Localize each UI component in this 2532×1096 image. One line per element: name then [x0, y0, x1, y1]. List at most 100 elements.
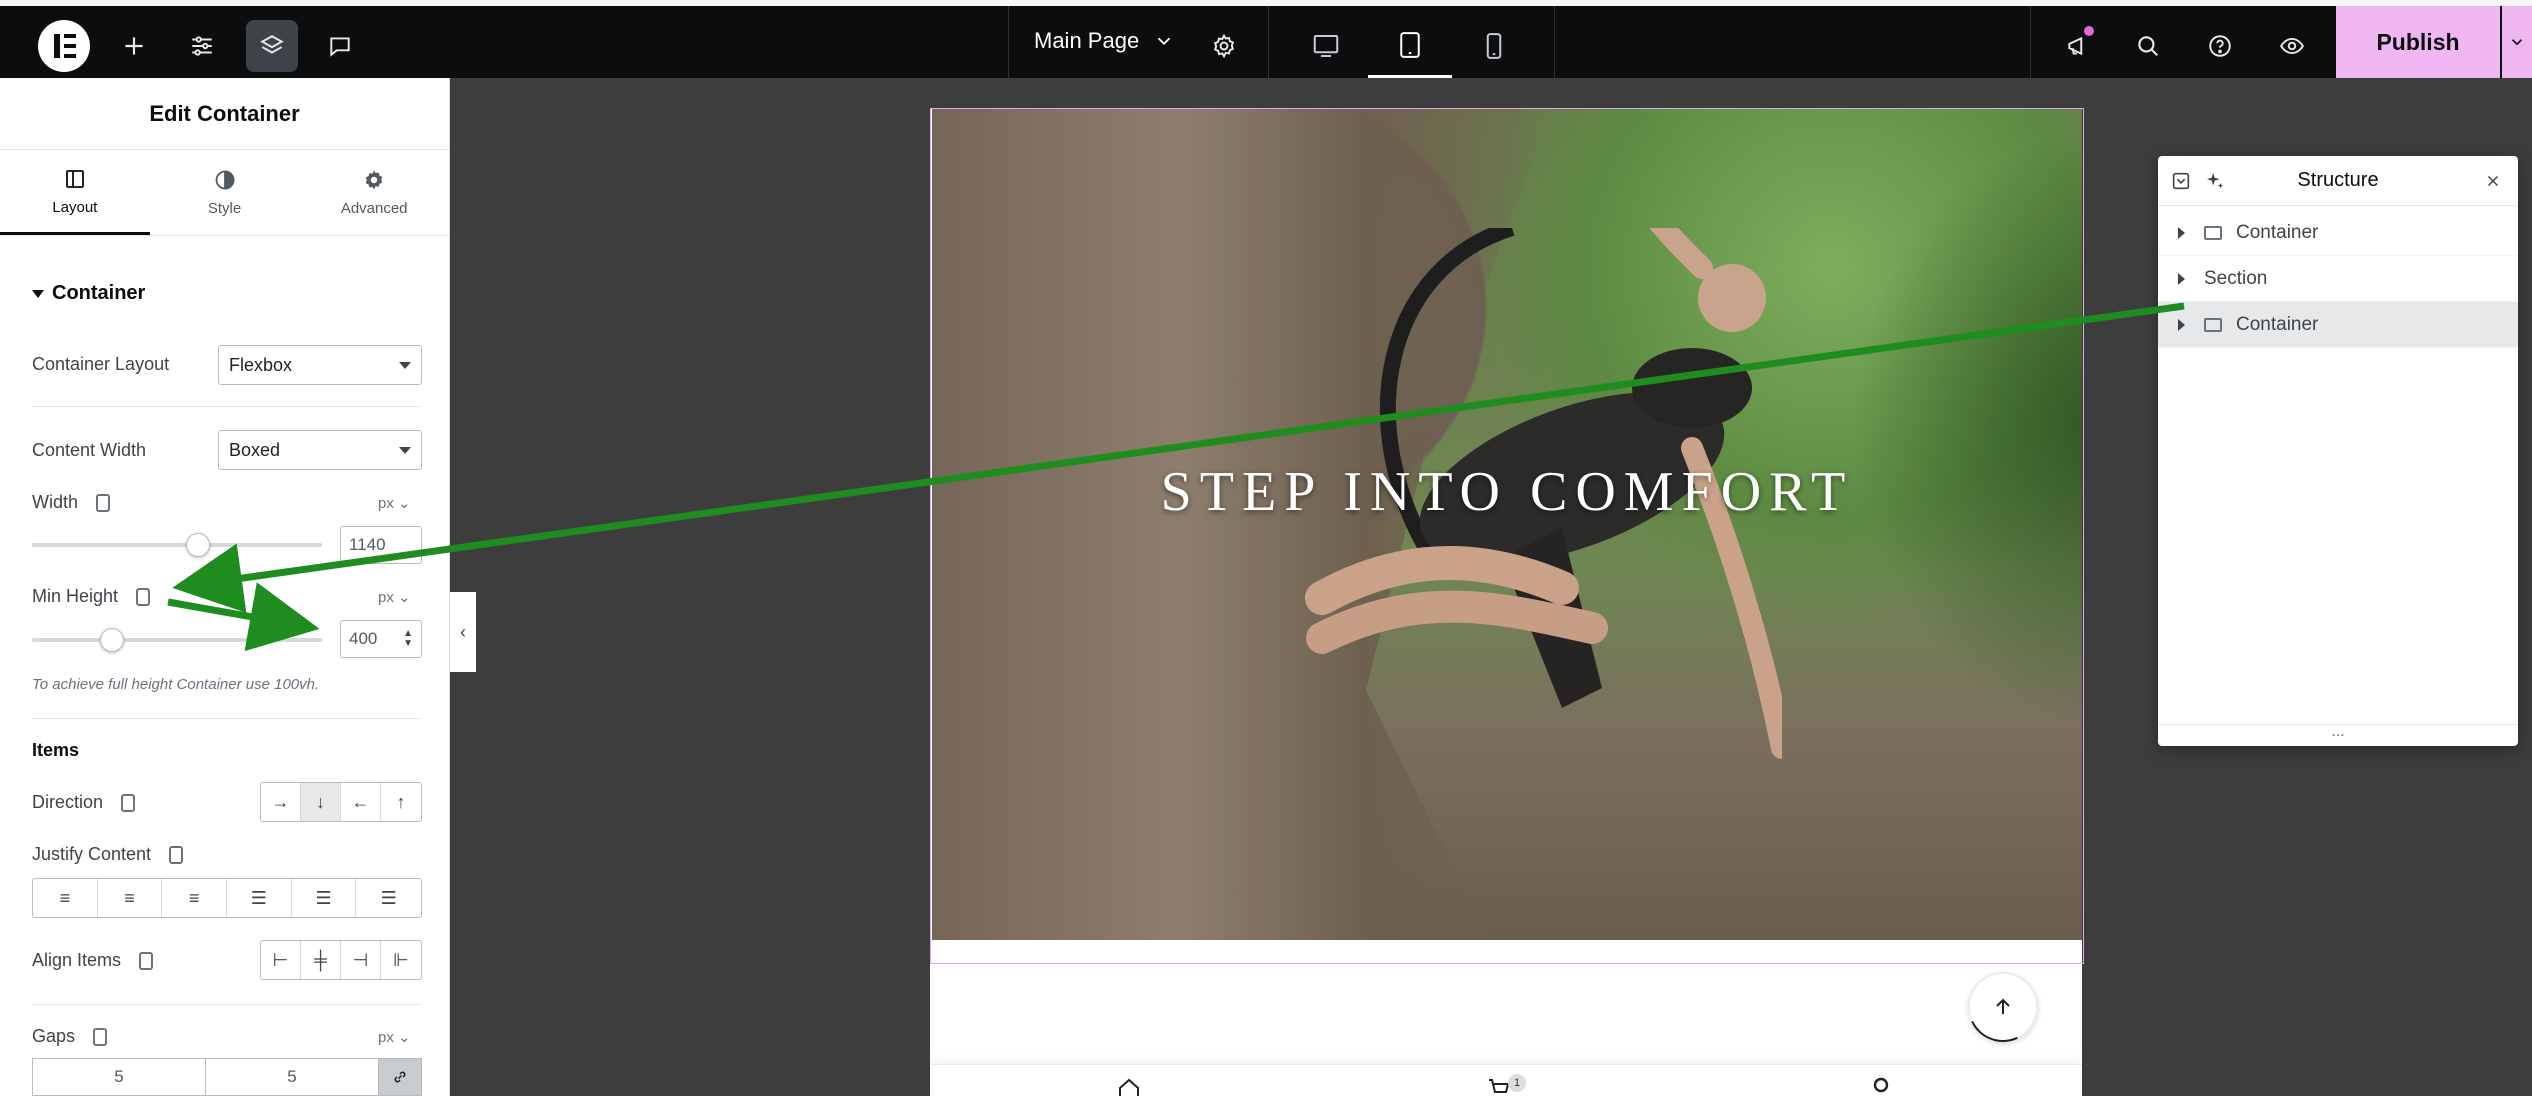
mobile-view-icon[interactable] — [1452, 14, 1536, 78]
preview-eye-icon[interactable] — [2266, 20, 2318, 72]
hero-heading[interactable]: STEP INTO COMFORT — [932, 460, 2082, 524]
responsive-device-icon[interactable] — [121, 793, 136, 812]
tab-layout[interactable]: Layout — [0, 150, 150, 235]
home-icon[interactable] — [1114, 1076, 1144, 1096]
width-unit-select[interactable]: px ⌄ — [378, 494, 411, 512]
site-settings-icon[interactable] — [176, 20, 228, 72]
structure-row-container-selected[interactable]: Container — [2158, 302, 2518, 348]
responsive-device-icon[interactable] — [139, 951, 154, 970]
align-end-icon[interactable]: ⊣ — [341, 941, 381, 979]
align-stretch-icon[interactable]: ⊩ — [381, 941, 421, 979]
slider-handle[interactable] — [100, 628, 124, 652]
structure-row-section[interactable]: Section — [2158, 256, 2518, 302]
arrow-up-icon — [1996, 998, 2010, 1014]
resize-handle[interactable]: ... — [2158, 724, 2518, 746]
desktop-view-icon[interactable] — [1284, 14, 1368, 78]
gap-row-input[interactable]: 5 — [205, 1058, 379, 1096]
divider — [32, 406, 422, 407]
collapse-panel-chevron-icon[interactable]: ‹ — [450, 592, 476, 672]
items-heading: Items — [32, 740, 80, 760]
width-slider[interactable] — [32, 533, 322, 557]
select-value: Flexbox — [229, 354, 293, 375]
comments-icon[interactable] — [314, 20, 366, 72]
structure-row-container[interactable]: Container — [2158, 210, 2518, 256]
scroll-to-top-button[interactable] — [1968, 972, 2038, 1042]
responsive-device-icon[interactable] — [136, 587, 151, 606]
tab-label: Style — [207, 200, 242, 217]
width-input[interactable]: 1140 — [340, 526, 422, 564]
separator — [1554, 6, 1555, 78]
justify-end-icon[interactable]: ≡ — [162, 879, 228, 917]
select-value: Boxed — [229, 439, 281, 460]
tab-style[interactable]: Style — [150, 150, 300, 235]
align-items-label: Align Items — [32, 950, 122, 970]
stepper-arrows-icon[interactable]: ▲ ▼ — [403, 629, 413, 649]
unit-label: px — [378, 1029, 394, 1046]
direction-row-arrow-right-icon[interactable]: → — [261, 783, 301, 821]
container-layout-select[interactable]: Flexbox — [218, 345, 422, 385]
divider — [32, 718, 422, 719]
justify-space-between-icon[interactable]: ☰ — [227, 879, 292, 917]
width-label-row: Width — [32, 492, 111, 513]
direction-column-arrow-down-icon[interactable]: ↓ — [301, 783, 341, 821]
elementor-logo-icon[interactable] — [38, 20, 90, 72]
structure-row-label: Section — [2204, 267, 2268, 289]
align-start-icon[interactable]: ⊢ — [261, 941, 301, 979]
container-section-toggle[interactable]: Container — [32, 282, 145, 305]
direction-label: Direction — [32, 792, 104, 812]
min-height-value: 400 — [349, 629, 378, 648]
publish-button[interactable]: Publish — [2336, 6, 2500, 78]
structure-layers-icon[interactable] — [246, 20, 298, 72]
justify-content-label-row: Justify Content — [32, 844, 184, 865]
structure-title: Structure — [2297, 169, 2379, 191]
cart-count-badge: 1 — [1508, 1074, 1526, 1092]
top-bar: Main Page Publish — [0, 0, 2532, 78]
panel-tabs: Layout Style Advanced — [0, 150, 449, 236]
gaps-unit-select[interactable]: px ⌄ — [378, 1028, 411, 1046]
gap-column-input[interactable]: 5 — [32, 1058, 206, 1096]
responsive-device-icon[interactable] — [96, 493, 111, 512]
align-center-icon[interactable]: ╪ — [301, 941, 341, 979]
caret-right-icon[interactable] — [2178, 318, 2185, 331]
caret-right-icon[interactable] — [2178, 226, 2185, 239]
close-icon[interactable] — [2484, 170, 2502, 192]
caret-right-icon[interactable] — [2178, 272, 2185, 285]
separator — [1008, 6, 1009, 78]
page-selector[interactable]: Main Page — [1034, 28, 1175, 54]
responsive-device-icon[interactable] — [93, 1027, 108, 1046]
gaps-label: Gaps — [32, 1026, 76, 1046]
link-values-icon[interactable] — [378, 1058, 422, 1096]
page-settings-gear-icon[interactable] — [1198, 20, 1250, 72]
content-width-select[interactable]: Boxed — [218, 430, 422, 470]
direction-row-reverse-arrow-left-icon[interactable]: ← — [341, 783, 381, 821]
hero-background-image[interactable]: STEP INTO COMFORT — [932, 108, 2082, 940]
min-height-slider[interactable] — [32, 628, 322, 652]
justify-center-icon[interactable]: ≡ — [98, 879, 163, 917]
layout-icon — [65, 169, 84, 188]
min-height-label-row: Min Height — [32, 586, 151, 607]
add-element-icon[interactable] — [108, 20, 160, 72]
style-contrast-icon — [215, 170, 234, 190]
section-heading: Container — [52, 282, 146, 304]
divider — [32, 1004, 422, 1005]
gear-icon — [365, 170, 383, 190]
content-width-label: Content Width — [32, 440, 147, 460]
tab-label: Layout — [52, 198, 98, 216]
help-icon[interactable] — [2194, 20, 2246, 72]
tablet-view-icon[interactable] — [1368, 14, 1452, 78]
tab-label: Advanced — [340, 200, 408, 217]
slider-handle[interactable] — [186, 533, 210, 557]
tab-advanced[interactable]: Advanced — [299, 150, 449, 235]
structure-row-label: Container — [2236, 221, 2319, 243]
search-icon[interactable] — [2122, 20, 2174, 72]
justify-space-around-icon[interactable]: ☰ — [292, 879, 357, 917]
min-height-unit-select[interactable]: px ⌄ — [378, 588, 411, 606]
whats-new-megaphone-icon[interactable] — [2052, 20, 2104, 72]
responsive-device-icon[interactable] — [169, 845, 184, 864]
publish-options-button[interactable] — [2500, 6, 2532, 78]
justify-space-evenly-icon[interactable]: ☰ — [356, 879, 421, 917]
justify-start-icon[interactable]: ≡ — [33, 879, 98, 917]
min-height-input[interactable]: 400 ▲ ▼ — [340, 620, 422, 658]
direction-column-reverse-arrow-up-icon[interactable]: ↑ — [381, 783, 421, 821]
account-icon[interactable] — [1868, 1076, 1894, 1096]
